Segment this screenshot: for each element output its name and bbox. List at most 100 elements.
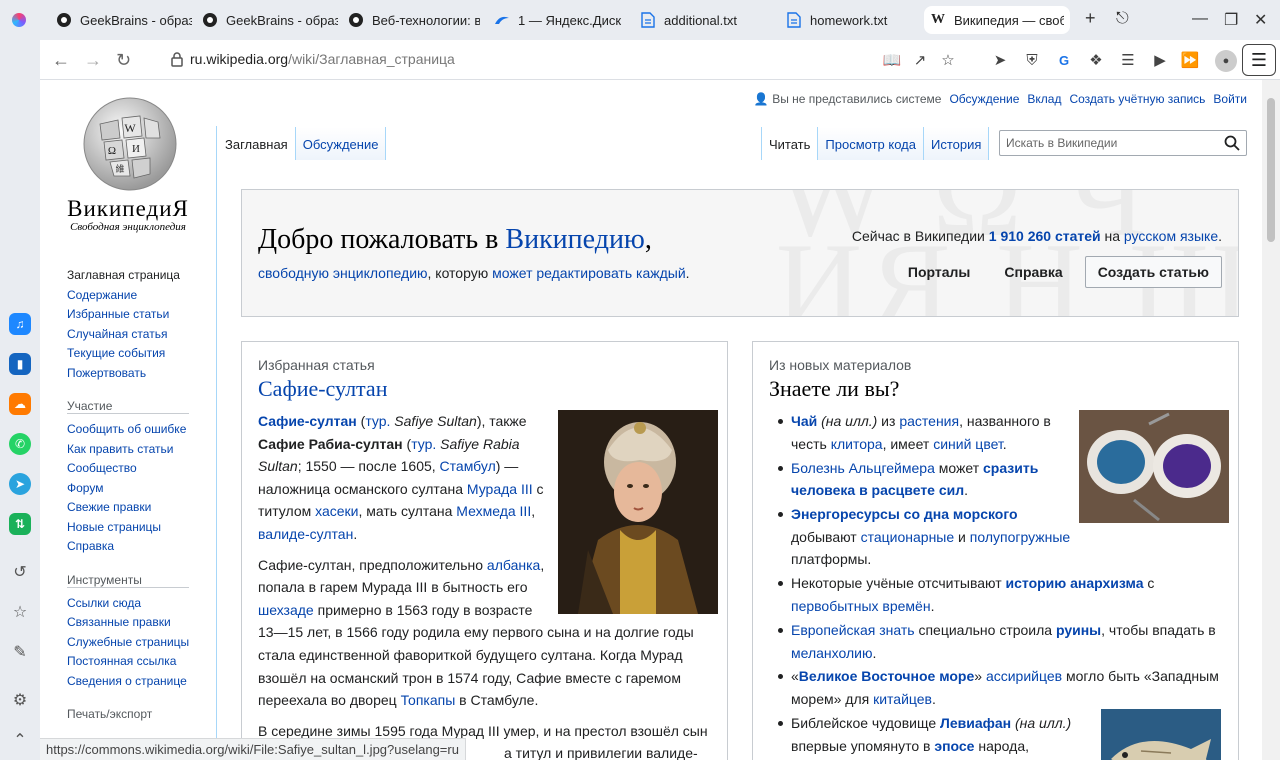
create-article-button[interactable]: Создать статью (1084, 256, 1222, 288)
settings-gear-icon[interactable]: ⚙ (10, 690, 30, 710)
collapse-up-icon[interactable]: ⌃ (10, 730, 30, 750)
tab-main-page[interactable]: Заглавная (218, 127, 296, 160)
page-scrollbar[interactable] (1262, 80, 1280, 760)
nav-main-page[interactable]: Заглавная страница (67, 266, 217, 286)
topkapi-link[interactable]: Топкапы (401, 692, 456, 708)
featured-bold[interactable]: Сафие-султан (258, 413, 357, 429)
play-icon[interactable]: ▶ (1150, 50, 1170, 70)
browser-tab-3[interactable]: Веб-технологии: в (348, 6, 480, 34)
nav-permanent-link[interactable]: Постоянная ссылка (67, 652, 217, 672)
nav-recent-changes[interactable]: Свежие правки (67, 498, 217, 518)
tab-history[interactable]: История (923, 127, 990, 160)
istanbul-link[interactable]: Стамбул (440, 458, 496, 474)
nav-donate[interactable]: Пожертвовать (67, 364, 217, 384)
dyk-link[interactable]: синий цвет (933, 436, 1003, 452)
dyk-bold-link[interactable]: Энергоресурсы со дна морского (791, 506, 1018, 522)
restore-icon[interactable]: ❐ (1224, 10, 1238, 30)
murad-iii-link[interactable]: Мурада III (467, 481, 533, 497)
anyone-can-edit-link[interactable]: может редактировать каждый (492, 265, 686, 281)
browser-tab-6[interactable]: homework.txt (786, 6, 916, 34)
wikipedia-globe-logo-icon[interactable]: W Ω И 維 (80, 94, 180, 194)
create-account-link[interactable]: Создать учётную запись (1069, 92, 1205, 106)
dyk-bold-link[interactable]: историю анархизма (1006, 575, 1144, 591)
incognito-icon[interactable]: ⎋ (1116, 10, 1129, 28)
new-tab-icon[interactable]: + (1085, 8, 1096, 29)
music-icon[interactable]: ♫ (9, 313, 31, 335)
russian-language-link[interactable]: русском языке (1124, 228, 1218, 244)
scrollbar-thumb[interactable] (1267, 98, 1275, 242)
dyk-link[interactable]: меланхолию (791, 645, 872, 661)
cloud-icon[interactable]: ☁ (9, 393, 31, 415)
dyk-link[interactable]: полупогружные (970, 529, 1070, 545)
browser-logo-icon[interactable] (12, 13, 26, 27)
dyk-link[interactable]: клитора (831, 436, 883, 452)
tab-view-source[interactable]: Просмотр кода (818, 127, 924, 160)
dyk-link[interactable]: стационарные (861, 529, 955, 545)
browser-menu-button[interactable]: ☰ (1242, 44, 1276, 76)
login-link[interactable]: Войти (1213, 92, 1247, 106)
shield-icon[interactable]: ⛨ (1022, 50, 1042, 70)
help-link[interactable]: Справка (987, 264, 1079, 280)
nav-help[interactable]: Справка (67, 537, 217, 557)
portals-link[interactable]: Порталы (891, 264, 987, 280)
rocket-icon[interactable]: ➤ (990, 50, 1010, 70)
browser-tab-4[interactable]: 1 — Яндекс.Диск (494, 6, 624, 34)
contributions-link[interactable]: Вклад (1027, 92, 1061, 106)
pen-icon[interactable]: ✎ (10, 642, 30, 662)
browser-tab-2[interactable]: GeekBrains - образ (202, 6, 338, 34)
nav-current-events[interactable]: Текущие события (67, 344, 217, 364)
turkish-link[interactable]: тур. (365, 413, 390, 429)
camera-icon[interactable]: ● (1215, 50, 1237, 72)
search-input[interactable] (1000, 131, 1210, 155)
stats-icon[interactable]: ▮ (9, 353, 31, 375)
valide-sultan-link[interactable]: валиде-султан (258, 526, 353, 542)
forward-icon[interactable]: → (84, 50, 102, 71)
fast-forward-icon[interactable]: ⏩ (1180, 50, 1200, 70)
browser-tab-5[interactable]: additional.txt (640, 6, 770, 34)
nav-new-pages[interactable]: Новые страницы (67, 518, 217, 538)
nav-what-links-here[interactable]: Ссылки сюда (67, 594, 217, 614)
back-icon[interactable]: ← (52, 50, 70, 71)
browser-tab-active[interactable]: W Википедия — своб (924, 6, 1070, 34)
dyk-bold-link[interactable]: Великое Восточное море (799, 668, 974, 684)
lock-icon[interactable] (170, 51, 184, 67)
close-window-icon[interactable]: ✕ (1254, 10, 1267, 30)
mehmed-iii-link[interactable]: Мехмеда III (456, 503, 531, 519)
history-icon[interactable]: ↺ (10, 562, 30, 582)
dyk-link[interactable]: Болезнь Альцгеймера (791, 460, 935, 476)
browser-tab-1[interactable]: GeekBrains - образ (56, 6, 192, 34)
telegram-icon[interactable]: ➤ (9, 473, 31, 495)
nav-related-changes[interactable]: Связанные правки (67, 613, 217, 633)
dyk-link[interactable]: первобытных времён (791, 598, 931, 614)
address-bar-url[interactable]: ru.wikipedia.org/wiki/Заглавная_страница (190, 51, 455, 67)
nav-report-error[interactable]: Сообщить об ошибке (67, 420, 217, 440)
exchange-icon[interactable]: ⇅ (9, 513, 31, 535)
nav-forum[interactable]: Форум (67, 479, 217, 499)
share-icon[interactable]: ↗ (910, 50, 930, 70)
safiye-sultan-portrait-image[interactable] (558, 410, 718, 614)
nav-random[interactable]: Случайная статья (67, 325, 217, 345)
dyk-bold-link[interactable]: руины (1056, 622, 1101, 638)
welcome-title-link[interactable]: Википедию (505, 224, 644, 255)
extensions-puzzle-icon[interactable]: ❖ (1086, 50, 1106, 70)
featured-title[interactable]: Сафие-султан (258, 376, 387, 402)
minimize-icon[interactable]: — (1192, 10, 1208, 28)
bookmarks-star-icon[interactable]: ☆ (10, 602, 30, 622)
nav-featured[interactable]: Избранные статьи (67, 305, 217, 325)
albanian-link[interactable]: албанка (487, 557, 540, 573)
nav-contents[interactable]: Содержание (67, 286, 217, 306)
bookmark-star-icon[interactable]: ☆ (938, 50, 958, 70)
dyk-link[interactable]: растения (899, 413, 959, 429)
reader-mode-icon[interactable]: 📖 (882, 50, 902, 70)
dyk-bold-link[interactable]: эпосе (934, 738, 974, 754)
nav-how-to-edit[interactable]: Как править статьи (67, 440, 217, 460)
wikipedia-wordmark[interactable]: ВикипедиЯ (40, 196, 216, 222)
nav-community[interactable]: Сообщество (67, 459, 217, 479)
shehzade-link[interactable]: шехзаде (258, 602, 314, 618)
leviathan-fish-image[interactable] (1101, 709, 1221, 760)
whatsapp-icon[interactable]: ✆ (9, 433, 31, 455)
dyk-bold-link[interactable]: Левиафан (940, 715, 1011, 731)
dyk-bold-link[interactable]: Чай (791, 413, 817, 429)
playlist-icon[interactable]: ☰ (1118, 50, 1138, 70)
turkish-link[interactable]: тур. (411, 436, 436, 452)
